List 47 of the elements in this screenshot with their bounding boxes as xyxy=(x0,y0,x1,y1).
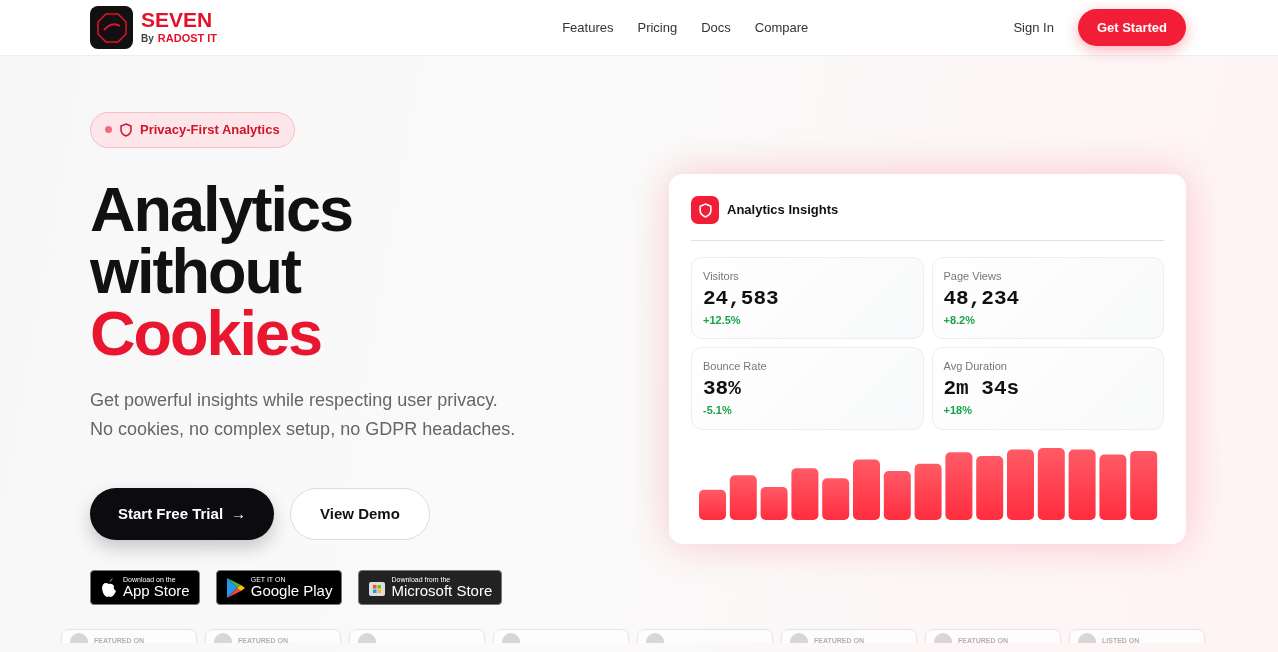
nav-link[interactable]: Pricing xyxy=(637,17,678,38)
chart-bar xyxy=(1068,449,1096,520)
status-dot xyxy=(105,126,112,134)
play-triangle-icon xyxy=(225,576,246,599)
stat-value: 24,583 xyxy=(703,285,780,312)
chart-bar xyxy=(791,467,819,520)
brand-by-text: By xyxy=(141,31,154,46)
card-title: Analytics Insights xyxy=(727,201,839,220)
stat-label: Visitors xyxy=(703,269,740,284)
stat-change: +12.5% xyxy=(703,312,742,328)
chart-bar xyxy=(1007,449,1034,520)
chart-bar xyxy=(883,470,911,520)
stat-change: -5.1% xyxy=(703,403,733,419)
headline-highlight: Cookies xyxy=(90,301,323,364)
company-name: RADOST IT xyxy=(157,30,218,46)
stat-change: +18% xyxy=(943,403,973,419)
brand-name: SEVEN xyxy=(141,8,214,30)
chart-bar xyxy=(729,474,757,520)
logo-icon[interactable] xyxy=(90,6,133,49)
chart-bar xyxy=(945,451,973,520)
stat-value: 48,234 xyxy=(943,285,1021,312)
chart-bar xyxy=(822,477,850,520)
nav-link[interactable]: Features xyxy=(562,17,614,38)
apple-logo-icon xyxy=(100,577,118,598)
view-demo-button[interactable]: View Demo xyxy=(290,487,430,540)
sign-in-link[interactable]: Sign In xyxy=(1013,17,1054,38)
stat-change: +8.2% xyxy=(943,312,976,328)
stat-label: Page Views xyxy=(943,269,1003,284)
chart-bar xyxy=(1099,454,1127,520)
chart-bar xyxy=(976,455,1004,520)
stat-value: 38% xyxy=(703,375,742,402)
chart-bar xyxy=(760,486,788,520)
nav-link[interactable]: Compare xyxy=(754,17,809,38)
shield-icon xyxy=(120,122,132,137)
start-trial-button[interactable]: Start Free Trial → xyxy=(90,487,275,540)
chart-bar xyxy=(1130,450,1158,520)
stat-label: Bounce Rate xyxy=(703,359,768,375)
hero-subtitle: Get powerful insights while respecting user privacy. No cookies, no complex setup, no GDPR headaches. xyxy=(90,388,516,441)
stat-value: 2m 34s xyxy=(943,375,1021,402)
chart-bar xyxy=(853,459,880,520)
chart-bar xyxy=(699,489,726,520)
badge-label: Privacy-First Analytics xyxy=(140,121,280,139)
nav-link[interactable]: Docs xyxy=(701,17,731,38)
stat-label: Avg Duration xyxy=(943,359,1008,375)
shield-icon xyxy=(691,196,719,224)
chart-bar xyxy=(914,463,942,520)
get-started-button[interactable]: Get Started xyxy=(1077,8,1186,47)
